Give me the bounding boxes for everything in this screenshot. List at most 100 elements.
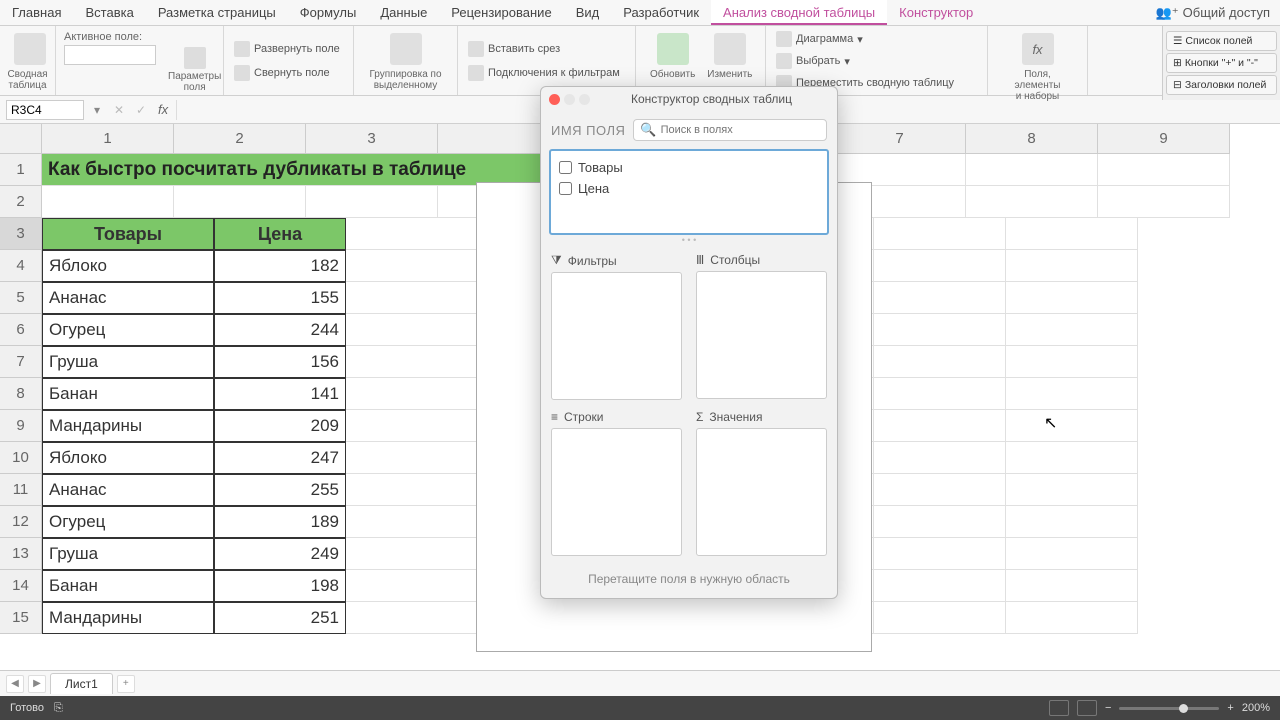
cell[interactable]: [1006, 602, 1138, 634]
expand-field-button[interactable]: Развернуть поле: [232, 39, 345, 59]
collapse-field-button[interactable]: Свернуть поле: [232, 63, 345, 83]
cell[interactable]: 249: [214, 538, 346, 570]
pivot-table-button[interactable]: Сводная таблица: [8, 29, 47, 93]
cell[interactable]: [874, 218, 1006, 250]
cell[interactable]: [1098, 186, 1230, 218]
cell[interactable]: [346, 474, 478, 506]
cell[interactable]: 182: [214, 250, 346, 282]
field-search[interactable]: 🔍: [633, 119, 827, 141]
cell[interactable]: [1006, 282, 1138, 314]
cell[interactable]: Огурец: [42, 506, 214, 538]
cell[interactable]: [174, 186, 306, 218]
field-search-input[interactable]: [661, 124, 820, 136]
cell[interactable]: [1006, 218, 1138, 250]
add-sheet-button[interactable]: +: [117, 675, 135, 693]
cell[interactable]: 189: [214, 506, 346, 538]
tab-data[interactable]: Данные: [368, 0, 439, 25]
cell[interactable]: [346, 442, 478, 474]
refresh-button[interactable]: Обновить: [644, 29, 701, 93]
cell[interactable]: 156: [214, 346, 346, 378]
cell[interactable]: Груша: [42, 538, 214, 570]
cell[interactable]: [346, 410, 478, 442]
row-header[interactable]: 5: [0, 282, 42, 314]
cell[interactable]: [1006, 314, 1138, 346]
cell[interactable]: 141: [214, 378, 346, 410]
row-header[interactable]: 6: [0, 314, 42, 346]
filters-dropzone[interactable]: [551, 272, 682, 400]
cell[interactable]: [306, 186, 438, 218]
cell[interactable]: 209: [214, 410, 346, 442]
zoom-out[interactable]: −: [1105, 702, 1111, 714]
field-headers-button[interactable]: ⊟Заголовки полей: [1166, 75, 1277, 95]
tab-developer[interactable]: Разработчик: [611, 0, 711, 25]
field-list-button[interactable]: ☰Список полей: [1166, 31, 1277, 51]
cell[interactable]: [1006, 442, 1138, 474]
cell[interactable]: 251: [214, 602, 346, 634]
filter-connections-button[interactable]: Подключения к фильтрам: [466, 63, 627, 83]
zoom-level[interactable]: 200%: [1242, 702, 1270, 714]
row-header[interactable]: 13: [0, 538, 42, 570]
tab-view[interactable]: Вид: [564, 0, 612, 25]
col-header[interactable]: 1: [42, 124, 174, 154]
cell[interactable]: [874, 378, 1006, 410]
col-header[interactable]: 7: [834, 124, 966, 154]
tab-formulas[interactable]: Формулы: [288, 0, 369, 25]
tab-constructor[interactable]: Конструктор: [887, 0, 985, 25]
cell[interactable]: [966, 154, 1098, 186]
cell[interactable]: [1006, 250, 1138, 282]
macro-icon[interactable]: ⎘: [54, 702, 63, 715]
field-item[interactable]: Цена: [559, 178, 819, 199]
cell[interactable]: [346, 378, 478, 410]
col-header[interactable]: 8: [966, 124, 1098, 154]
resize-handle[interactable]: • • •: [541, 235, 837, 245]
change-source-button[interactable]: Изменить: [701, 29, 758, 93]
row-header[interactable]: 10: [0, 442, 42, 474]
cell[interactable]: [874, 442, 1006, 474]
tab-layout[interactable]: Разметка страницы: [146, 0, 288, 25]
cell[interactable]: 244: [214, 314, 346, 346]
cell[interactable]: Банан: [42, 570, 214, 602]
cell[interactable]: [874, 506, 1006, 538]
share-button[interactable]: 👥⁺ Общий доступ: [1146, 0, 1280, 25]
cell[interactable]: Мандарины: [42, 410, 214, 442]
close-icon[interactable]: [549, 94, 560, 105]
sheet-tab[interactable]: Лист1: [50, 673, 113, 694]
cell[interactable]: [346, 250, 478, 282]
cell[interactable]: 255: [214, 474, 346, 506]
row-header[interactable]: 11: [0, 474, 42, 506]
cell[interactable]: [874, 346, 1006, 378]
cancel-formula[interactable]: ✕: [110, 101, 128, 119]
cell[interactable]: [346, 218, 478, 250]
cell[interactable]: [1006, 506, 1138, 538]
row-header[interactable]: 14: [0, 570, 42, 602]
values-dropzone[interactable]: [696, 428, 827, 556]
cell[interactable]: [42, 186, 174, 218]
columns-dropzone[interactable]: [696, 271, 827, 399]
row-header[interactable]: 8: [0, 378, 42, 410]
cell[interactable]: 247: [214, 442, 346, 474]
cell[interactable]: [966, 186, 1098, 218]
cell[interactable]: [874, 250, 1006, 282]
cell[interactable]: Груша: [42, 346, 214, 378]
tab-pivot-analyze[interactable]: Анализ сводной таблицы: [711, 0, 887, 25]
row-header[interactable]: 12: [0, 506, 42, 538]
view-normal[interactable]: [1049, 700, 1069, 716]
select-all-corner[interactable]: [0, 124, 42, 154]
col-header[interactable]: 2: [174, 124, 306, 154]
cell[interactable]: [1098, 154, 1230, 186]
cell[interactable]: [346, 282, 478, 314]
view-layout[interactable]: [1077, 700, 1097, 716]
row-header[interactable]: 4: [0, 250, 42, 282]
accept-formula[interactable]: ✓: [132, 101, 150, 119]
next-sheet-button[interactable]: ▶: [28, 675, 46, 693]
cell[interactable]: [874, 602, 1006, 634]
tab-review[interactable]: Рецензирование: [439, 0, 563, 25]
cell[interactable]: [346, 314, 478, 346]
tab-insert[interactable]: Вставка: [73, 0, 145, 25]
cell[interactable]: [874, 570, 1006, 602]
cell[interactable]: [1006, 570, 1138, 602]
pivot-builder-panel[interactable]: Конструктор сводных таблиц ИМЯ ПОЛЯ 🔍 То…: [540, 86, 838, 599]
row-header[interactable]: 2: [0, 186, 42, 218]
cell[interactable]: [874, 474, 1006, 506]
select-button[interactable]: Выбрать▾: [774, 51, 979, 71]
